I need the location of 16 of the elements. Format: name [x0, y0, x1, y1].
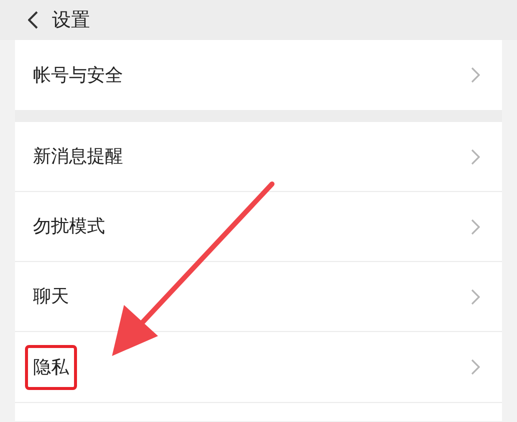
chevron-icon: [471, 359, 480, 375]
row-label: 新消息提醒: [32, 145, 124, 169]
highlighted-label: 隐私: [25, 344, 77, 390]
settings-row[interactable]: 勿扰模式: [15, 192, 502, 262]
back-icon[interactable]: [28, 11, 38, 29]
page-title: 设置: [52, 8, 90, 33]
row-label: 聊天: [32, 285, 70, 309]
chevron-icon: [471, 67, 480, 83]
settings-row[interactable]: 新消息提醒: [15, 122, 502, 192]
row-label: 勿扰模式: [32, 215, 106, 239]
chevron-icon: [471, 148, 480, 164]
settings-row[interactable]: 隐私: [15, 332, 502, 402]
chevron-icon: [471, 218, 480, 234]
row-label: 帐号与安全: [32, 64, 124, 88]
chevron-icon: [471, 288, 480, 304]
settings-row[interactable]: 帐号与安全: [15, 40, 502, 110]
